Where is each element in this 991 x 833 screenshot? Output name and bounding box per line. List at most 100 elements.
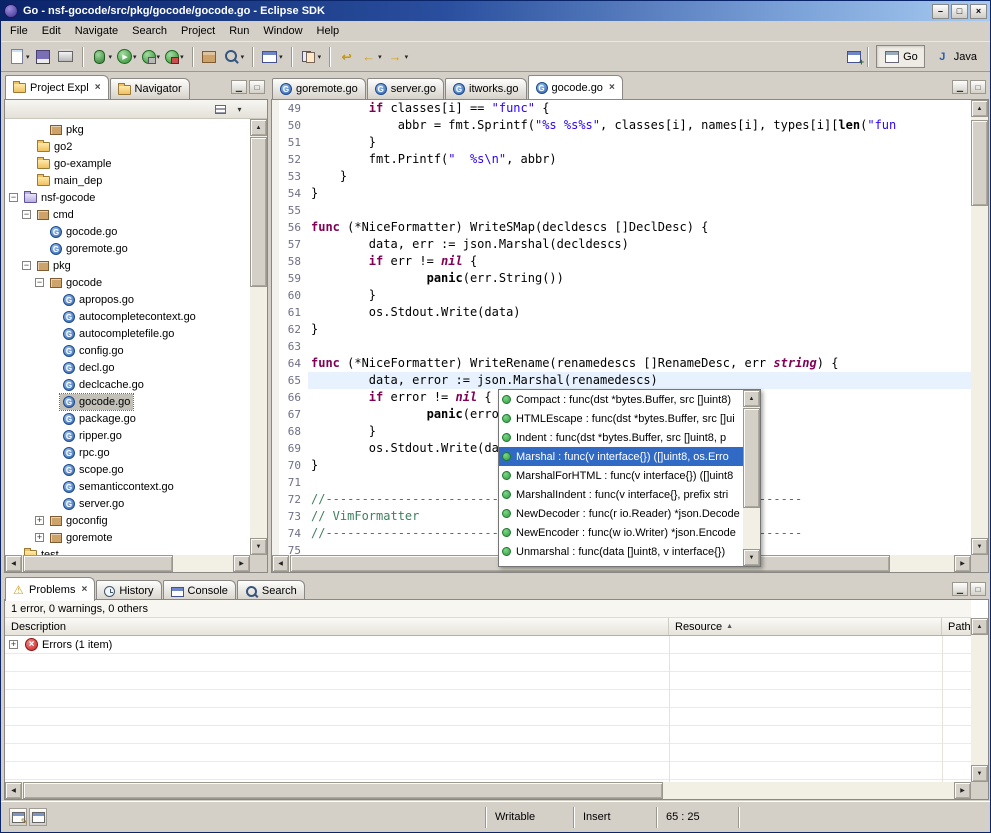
scroll-up-icon[interactable]: ▲ <box>743 390 760 407</box>
close-icon[interactable]: × <box>95 82 101 93</box>
maximize-view-icon[interactable]: □ <box>249 80 265 94</box>
code-line[interactable]: 65 data, error := json.Marshal(renamedes… <box>272 372 971 389</box>
tree-node[interactable]: test <box>21 547 62 556</box>
tree-node[interactable]: go-example <box>34 156 114 172</box>
tree-node[interactable]: goremote <box>47 530 115 546</box>
code-line[interactable]: 60 } <box>272 287 971 304</box>
run-button[interactable]: ▾ <box>115 45 139 68</box>
menu-item-run[interactable]: Run <box>222 22 256 40</box>
tree-item-autocompletefile-go[interactable]: autocompletefile.go <box>5 325 250 342</box>
tree-item-goremote[interactable]: +goremote <box>5 529 250 546</box>
tree-item-main-dep[interactable]: main_dep <box>5 172 250 189</box>
code-line[interactable]: 56func (*NiceFormatter) WriteSMap(declde… <box>272 219 971 236</box>
tab-history[interactable]: History <box>96 580 161 601</box>
maximize-window-button[interactable]: □ <box>951 4 968 19</box>
tree-item-declcache-go[interactable]: declcache.go <box>5 376 250 393</box>
scroll-up-icon[interactable]: ▲ <box>250 119 267 136</box>
code-line[interactable]: 58 if err != nil { <box>272 253 971 270</box>
maximize-view-icon[interactable]: □ <box>970 80 986 94</box>
tree-node[interactable]: goconfig <box>47 513 111 529</box>
external-tools-button[interactable]: ▾ <box>163 45 186 68</box>
tree-node[interactable]: config.go <box>60 343 127 359</box>
menu-item-file[interactable]: File <box>3 22 35 40</box>
autocomplete-scrollbar[interactable]: ▲ ▼ <box>743 390 760 566</box>
tree-node[interactable]: scope.go <box>60 462 127 478</box>
run-last-button[interactable]: ▾ <box>140 45 163 68</box>
scroll-up-icon[interactable]: ▲ <box>971 100 988 117</box>
fast-view-icon[interactable] <box>9 808 27 826</box>
scrollbar-thumb[interactable] <box>23 782 663 799</box>
scroll-right-icon[interactable]: ▶ <box>954 555 971 572</box>
tree-item-ripper-go[interactable]: ripper.go <box>5 427 250 444</box>
tree-node[interactable]: gocode <box>47 275 105 291</box>
code-line[interactable]: 55 <box>272 202 971 219</box>
tree-item-gocode[interactable]: −gocode <box>5 274 250 291</box>
scroll-up-icon[interactable]: ▲ <box>971 618 988 635</box>
tree-toggle-icon[interactable]: − <box>35 278 44 287</box>
tree-node[interactable]: ripper.go <box>60 428 125 444</box>
tree-item-decl-go[interactable]: decl.go <box>5 359 250 376</box>
tree-item-nsf-gocode[interactable]: −nsf-gocode <box>5 189 250 206</box>
scroll-left-icon[interactable]: ◀ <box>5 782 22 799</box>
problems-vertical-scrollbar[interactable]: ▲ ▼ <box>971 618 988 782</box>
collapse-all-icon[interactable] <box>213 103 228 116</box>
tree-node[interactable]: server.go <box>60 496 127 512</box>
code-line[interactable]: 59 panic(err.String()) <box>272 270 971 287</box>
tree-toggle-icon[interactable]: − <box>9 193 18 202</box>
tree-node[interactable]: autocompletefile.go <box>60 326 177 342</box>
tree-node[interactable]: cmd <box>34 207 77 223</box>
tab-project-expl[interactable]: Project Expl× <box>5 75 109 99</box>
last-edit-location-button[interactable] <box>336 45 357 68</box>
tree-node[interactable]: gocode.go <box>60 394 133 410</box>
tree-item-gocode-go[interactable]: gocode.go <box>5 393 250 410</box>
view-menu-icon[interactable]: ▾ <box>232 103 247 116</box>
tree-toggle-icon[interactable]: − <box>22 261 31 270</box>
autocomplete-item[interactable]: NewEncoder : func(w io.Writer) *json.Enc… <box>499 523 743 542</box>
scroll-right-icon[interactable]: ▶ <box>954 782 971 799</box>
close-icon[interactable]: × <box>609 82 615 93</box>
menu-item-edit[interactable]: Edit <box>35 22 68 40</box>
autocomplete-item[interactable]: Compact : func(dst *bytes.Buffer, src []… <box>499 390 743 409</box>
maximize-view-icon[interactable]: □ <box>970 582 986 596</box>
tree-node[interactable]: go2 <box>34 139 75 155</box>
tree-item-cmd[interactable]: −cmd <box>5 206 250 223</box>
editor-vertical-scrollbar[interactable]: ▲ ▼ <box>971 100 988 555</box>
show-view-icon[interactable] <box>29 808 47 826</box>
minimize-view-icon[interactable]: ▁ <box>952 80 968 94</box>
code-line[interactable]: 50 abbr = fmt.Sprintf("%s %s%s", classes… <box>272 117 971 134</box>
autocomplete-item[interactable]: Unmarshal : func(data []uint8, v interfa… <box>499 542 743 561</box>
print-button[interactable] <box>55 45 76 68</box>
scroll-left-icon[interactable]: ◀ <box>5 555 22 572</box>
explorer-horizontal-scrollbar[interactable]: ◀ ▶ <box>5 555 250 572</box>
tree-item-autocompletecontext-go[interactable]: autocompletecontext.go <box>5 308 250 325</box>
autocomplete-item[interactable]: HTMLEscape : func(dst *bytes.Buffer, src… <box>499 409 743 428</box>
scrollbar-thumb[interactable] <box>23 555 173 572</box>
open-perspective-icon[interactable] <box>845 48 862 65</box>
tree-node[interactable]: main_dep <box>34 173 105 189</box>
java-perspective-button[interactable]: Java <box>927 45 984 68</box>
tree-node[interactable]: declcache.go <box>60 377 147 393</box>
tab-goremote-go[interactable]: goremote.go <box>272 78 366 99</box>
new-button[interactable]: ▾ <box>6 45 32 68</box>
expand-toggle-icon[interactable]: + <box>9 640 18 649</box>
tree-node[interactable]: pkg <box>34 258 74 274</box>
tree-toggle-icon[interactable]: + <box>35 516 44 525</box>
menu-item-window[interactable]: Window <box>256 22 309 40</box>
tree-node[interactable]: apropos.go <box>60 292 137 308</box>
tab-gocode-go[interactable]: gocode.go× <box>528 75 623 99</box>
code-line[interactable]: 62} <box>272 321 971 338</box>
tree-node[interactable]: pkg <box>47 122 87 138</box>
team-sync-button[interactable]: ▾ <box>298 45 324 68</box>
tree-node[interactable]: nsf-gocode <box>21 190 98 206</box>
problems-horizontal-scrollbar[interactable]: ◀ ▶ <box>5 782 971 799</box>
tree-item-apropos-go[interactable]: apropos.go <box>5 291 250 308</box>
menu-item-search[interactable]: Search <box>125 22 174 40</box>
tree-item-pkg[interactable]: −pkg <box>5 257 250 274</box>
tree-item-go2[interactable]: go2 <box>5 138 250 155</box>
explorer-vertical-scrollbar[interactable]: ▲ ▼ <box>250 119 267 555</box>
tree-item-semanticcontext-go[interactable]: semanticcontext.go <box>5 478 250 495</box>
tree-node[interactable]: goremote.go <box>47 241 131 257</box>
code-line[interactable]: 51 } <box>272 134 971 151</box>
tree-item-test[interactable]: test <box>5 546 250 555</box>
tab-server-go[interactable]: server.go <box>367 78 444 99</box>
